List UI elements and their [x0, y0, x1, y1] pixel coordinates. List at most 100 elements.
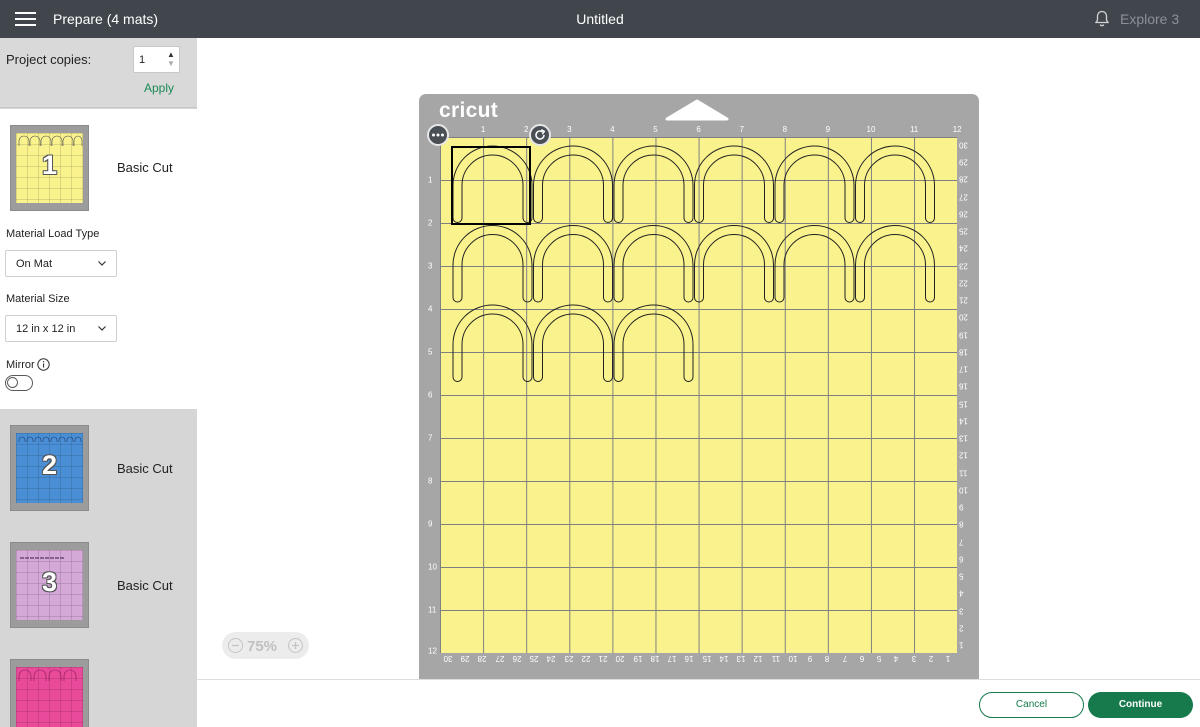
arch-cut-shape[interactable] [533, 145, 613, 223]
mat-thumbnail-2[interactable]: 2 [10, 425, 89, 511]
ruler-tick-label: 7 [842, 654, 847, 663]
arch-cut-shape[interactable] [774, 225, 855, 303]
ruler-tick-label: 16 [684, 654, 694, 663]
ruler-bottom: 30 29 28 27 26 25 24 23 22 21 20 19 18 17 16 15 14 13 12 11… [440, 654, 957, 666]
ruler-tick-label: 8 [428, 476, 433, 486]
material-load-type-select[interactable]: On Mat [5, 250, 117, 277]
mat-number: 3 [41, 567, 58, 597]
ruler-tick-label: 4 [428, 304, 433, 314]
ruler-tick-label: 21 [598, 654, 608, 663]
ruler-tick-label: 10 [788, 654, 798, 663]
ruler-tick-label: 12 [753, 654, 763, 663]
ruler-tick-label: 30 [443, 654, 453, 663]
ruler-tick-label: 4 [610, 125, 615, 134]
copies-stepper[interactable]: ▲ ▼ [167, 50, 175, 68]
ruler-tick-label: 7 [739, 125, 744, 134]
ruler-tick-label: 30 [959, 140, 968, 150]
ruler-tick-label: 26 [512, 654, 522, 663]
ruler-tick-label: 18 [959, 347, 968, 357]
arch-cut-shape[interactable] [774, 145, 855, 223]
mat-thumbnail-4[interactable] [10, 659, 89, 727]
project-copies-input[interactable]: 1 ▲ ▼ [133, 46, 180, 73]
ruler-tick-label: 8 [959, 519, 964, 529]
arch-cut-shape[interactable] [613, 225, 694, 303]
footer-bar: Cancel Continue [197, 679, 1200, 727]
ruler-tick-label: 5 [428, 347, 433, 357]
ruler-tick-label: 21 [959, 295, 968, 305]
arch-cut-shape[interactable] [613, 304, 694, 382]
apply-button[interactable]: Apply [144, 81, 174, 95]
arch-cut-shape[interactable] [533, 304, 613, 382]
arch-cut-shape[interactable] [452, 304, 533, 382]
cancel-button[interactable]: Cancel [979, 692, 1084, 718]
chevron-down-icon [98, 326, 106, 331]
ruler-tick-label: 13 [736, 654, 746, 663]
mat-preview-canvas[interactable]: cricut 1 2 3 4 5 6 7 8 9 10 11 12 1 2 3 4 5 6 7 8 9 10 11 12 3… [197, 38, 1200, 679]
zoom-out-button[interactable] [228, 638, 243, 653]
cutting-mat: cricut 1 2 3 4 5 6 7 8 9 10 11 12 1 2 3 4 5 6 7 8 9 10 11 12 3… [419, 94, 979, 679]
ruler-tick-label: 3 [567, 125, 572, 134]
active-mat-panel: 1 Basic Cut Material Load Type On Mat Ma… [0, 109, 197, 409]
arch-preview-icon [18, 669, 77, 681]
ruler-tick-label: 1 [428, 175, 433, 185]
mat-sidebar: Project copies: 1 ▲ ▼ Apply 1 Basic Cut M… [0, 38, 197, 727]
ruler-tick-label: 22 [959, 278, 968, 288]
arch-cut-shape[interactable] [694, 145, 774, 223]
ruler-tick-label: 9 [959, 502, 964, 512]
arch-preview-icon [20, 557, 64, 559]
ruler-tick-label: 5 [653, 125, 658, 134]
ruler-tick-label: 27 [959, 192, 968, 202]
ruler-tick-label: 9 [428, 519, 433, 529]
arch-cut-shape[interactable] [452, 145, 533, 223]
arch-cut-shape[interactable] [613, 145, 694, 223]
ruler-tick-label: 14 [719, 654, 729, 663]
arch-cut-shape[interactable] [694, 225, 774, 303]
material-size-label: Material Size [6, 293, 70, 305]
machine-selector[interactable]: Explore 3 [1120, 11, 1179, 27]
zoom-control: 75% [222, 632, 309, 659]
ruler-tick-label: 3 [911, 654, 916, 663]
ruler-tick-label: 5 [959, 571, 964, 581]
arch-cut-shape[interactable] [855, 225, 935, 303]
mat-cut-label: Basic Cut [117, 160, 173, 175]
continue-button[interactable]: Continue [1088, 692, 1193, 718]
project-copies-label: Project copies: [6, 52, 92, 67]
ruler-tick-label: 6 [859, 654, 865, 663]
info-icon[interactable] [37, 358, 50, 371]
ruler-top: 1 2 3 4 5 6 7 8 9 10 11 12 [440, 125, 962, 137]
ruler-right: 30 29 28 27 26 25 24 23 22 21 20 19 18 17 16 15 14 13 12 11… [957, 137, 971, 653]
ellipsis-icon [432, 133, 444, 137]
mat-thumbnail-3[interactable]: 3 [10, 542, 89, 628]
ruler-tick-label: 10 [428, 562, 437, 572]
arch-cut-shape[interactable] [855, 145, 935, 223]
ruler-tick-label: 1 [959, 640, 964, 650]
material-size-select[interactable]: 12 in x 12 in [5, 315, 117, 342]
chevron-down-icon [98, 261, 106, 266]
ruler-tick-label: 27 [495, 654, 505, 663]
ruler-tick-label: 13 [959, 433, 968, 443]
ruler-tick-label: 17 [667, 654, 677, 663]
ruler-tick-label: 2 [959, 623, 964, 633]
zoom-in-button[interactable] [288, 638, 303, 653]
ruler-tick-label: 12 [952, 125, 962, 134]
arch-cut-shape[interactable] [533, 225, 613, 303]
ruler-tick-label: 11 [428, 605, 437, 615]
more-options-button[interactable] [427, 124, 449, 146]
mirror-toggle[interactable] [5, 375, 33, 391]
ruler-tick-label: 7 [959, 537, 964, 547]
ruler-tick-label: 1 [480, 125, 486, 134]
ruler-tick-label: 10 [866, 125, 876, 134]
ruler-tick-label: 3 [959, 606, 964, 616]
cricut-logo: cricut [439, 99, 498, 122]
bell-icon[interactable] [1094, 10, 1110, 28]
ruler-tick-label: 2 [428, 218, 433, 228]
menu-icon[interactable] [15, 12, 36, 26]
ruler-tick-label: 7 [428, 433, 433, 443]
ruler-tick-label: 20 [959, 312, 968, 322]
arch-cut-shape[interactable] [452, 225, 533, 303]
project-copies-value: 1 [139, 54, 146, 66]
mat-guide-tab [665, 99, 729, 121]
mat-thumbnail-1[interactable]: 1 [10, 125, 89, 211]
ruler-tick-label: 29 [959, 157, 968, 167]
rotate-button[interactable] [529, 124, 551, 146]
